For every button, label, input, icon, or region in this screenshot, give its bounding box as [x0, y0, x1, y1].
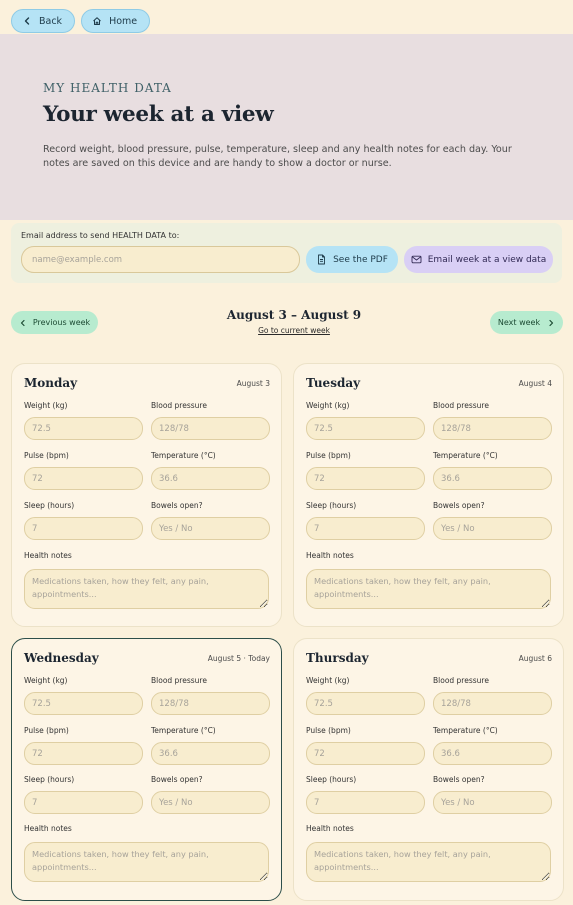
health-notes-textarea[interactable]: [24, 842, 269, 882]
previous-week-label: Previous week: [32, 318, 91, 327]
see-pdf-label: See the PDF: [333, 254, 388, 265]
bowels-input[interactable]: [151, 517, 270, 540]
bowels-input[interactable]: [433, 517, 552, 540]
blood-pressure-input[interactable]: [151, 692, 270, 715]
health-notes-label: Health notes: [306, 824, 354, 833]
email-label: Email address to send HEALTH DATA to:: [21, 231, 180, 240]
day-card-tuesday: Tuesday August 4 Weight (kg) Blood press…: [293, 363, 564, 627]
day-card-wednesday: Wednesday August 5 · Today Weight (kg) B…: [11, 638, 282, 901]
health-notes-textarea[interactable]: [306, 842, 551, 882]
chevron-left-icon: [24, 17, 30, 25]
email-week-label: Email week at a view data: [427, 254, 547, 265]
bowels-label: Bowels open?: [151, 775, 203, 784]
weight-label: Weight (kg): [306, 401, 350, 410]
pulse-input[interactable]: [306, 467, 425, 490]
bowels-label: Bowels open?: [151, 501, 203, 510]
next-week-label: Next week: [497, 318, 541, 327]
sleep-label: Sleep (hours): [24, 501, 75, 510]
home-button[interactable]: Home: [81, 9, 151, 33]
blood-pressure-input[interactable]: [151, 417, 270, 440]
temperature-input[interactable]: [433, 742, 552, 765]
weight-label: Weight (kg): [24, 401, 68, 410]
chevron-right-icon: [549, 319, 554, 326]
day-name: Monday: [24, 376, 78, 390]
day-name: Tuesday: [306, 376, 361, 390]
day-date: August 6: [518, 654, 552, 663]
day-name: Thursday: [306, 651, 369, 665]
page-description: Record weight, blood pressure, pulse, te…: [43, 144, 512, 169]
health-notes-textarea[interactable]: [24, 569, 269, 609]
weight-input[interactable]: [306, 417, 425, 440]
sleep-input[interactable]: [24, 517, 143, 540]
temperature-label: Temperature (°C): [151, 451, 216, 460]
health-notes-label: Health notes: [24, 551, 72, 560]
week-range: August 3 – August 9: [226, 308, 362, 322]
pulse-label: Pulse (bpm): [24, 451, 69, 460]
chevron-left-icon: [20, 319, 25, 326]
weight-input[interactable]: [24, 417, 143, 440]
pulse-label: Pulse (bpm): [306, 451, 351, 460]
blood-pressure-label: Blood pressure: [433, 401, 489, 410]
temperature-label: Temperature (°C): [151, 726, 216, 735]
temperature-input[interactable]: [151, 467, 270, 490]
blood-pressure-label: Blood pressure: [151, 676, 207, 685]
back-label: Back: [39, 15, 63, 27]
document-icon: [318, 254, 326, 265]
temperature-input[interactable]: [433, 467, 552, 490]
pulse-label: Pulse (bpm): [306, 726, 351, 735]
day-card-monday: Monday August 3 Weight (kg) Blood pressu…: [11, 363, 282, 627]
see-pdf-button[interactable]: See the PDF: [306, 246, 398, 273]
temperature-label: Temperature (°C): [433, 726, 498, 735]
blood-pressure-input[interactable]: [433, 417, 552, 440]
day-date: August 3: [236, 379, 270, 388]
email-week-button[interactable]: Email week at a view data: [404, 246, 553, 273]
next-week-button[interactable]: Next week: [490, 311, 563, 334]
email-input[interactable]: [21, 246, 300, 273]
temperature-input[interactable]: [151, 742, 270, 765]
day-card-thursday: Thursday August 6 Weight (kg) Blood pres…: [293, 638, 564, 901]
page-eyebrow: MY HEALTH DATA: [43, 81, 172, 95]
health-notes-textarea[interactable]: [306, 569, 551, 609]
weight-input[interactable]: [24, 692, 143, 715]
blood-pressure-label: Blood pressure: [433, 676, 489, 685]
sleep-label: Sleep (hours): [24, 775, 75, 784]
day-date: August 5 · Today: [207, 654, 270, 663]
temperature-label: Temperature (°C): [433, 451, 498, 460]
bowels-label: Bowels open?: [433, 501, 485, 510]
top-nav: Back Home: [11, 9, 151, 33]
current-week-link[interactable]: Go to current week: [244, 326, 344, 335]
sleep-input[interactable]: [306, 791, 425, 814]
weight-input[interactable]: [306, 692, 425, 715]
pulse-input[interactable]: [306, 742, 425, 765]
sleep-input[interactable]: [306, 517, 425, 540]
health-notes-label: Health notes: [24, 824, 72, 833]
weight-label: Weight (kg): [24, 676, 68, 685]
day-date: August 4: [518, 379, 552, 388]
pulse-input[interactable]: [24, 467, 143, 490]
blood-pressure-label: Blood pressure: [151, 401, 207, 410]
home-label: Home: [109, 15, 138, 27]
back-button[interactable]: Back: [11, 9, 76, 33]
bowels-input[interactable]: [151, 791, 270, 814]
sleep-label: Sleep (hours): [306, 775, 357, 784]
mail-icon: [411, 255, 422, 264]
bowels-input[interactable]: [433, 791, 552, 814]
pulse-label: Pulse (bpm): [24, 726, 69, 735]
previous-week-button[interactable]: Previous week: [11, 311, 98, 334]
sleep-input[interactable]: [24, 791, 143, 814]
blood-pressure-input[interactable]: [433, 692, 552, 715]
health-notes-label: Health notes: [306, 551, 354, 560]
email-section: Email address to send HEALTH DATA to: Se…: [11, 223, 562, 283]
sleep-label: Sleep (hours): [306, 501, 357, 510]
page-title: Your week at a view: [43, 102, 274, 127]
hero-banner: MY HEALTH DATA Your week at a view Recor…: [0, 34, 573, 220]
day-name: Wednesday: [24, 651, 99, 665]
weight-label: Weight (kg): [306, 676, 350, 685]
home-icon: [93, 17, 101, 25]
bowels-label: Bowels open?: [433, 775, 485, 784]
pulse-input[interactable]: [24, 742, 143, 765]
